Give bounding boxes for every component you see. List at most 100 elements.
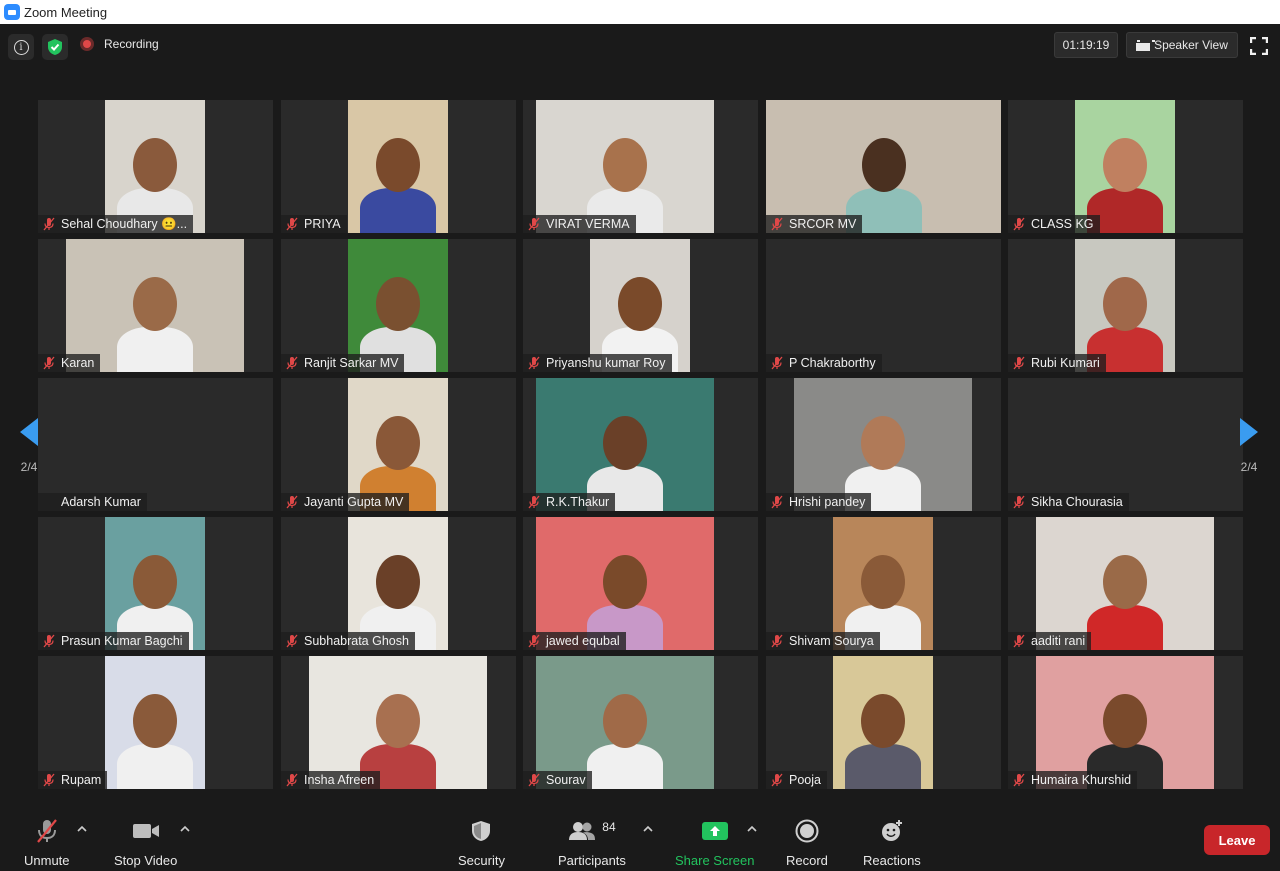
participant-tile[interactable]: CLASS KG — [1008, 100, 1243, 233]
muted-mic-icon — [286, 634, 298, 648]
participant-name: Sehal Choudhary 😐... — [61, 216, 188, 231]
audio-options-caret-icon[interactable] — [77, 824, 87, 834]
participant-name: Priyanshu kumar Roy — [546, 356, 666, 370]
muted-mic-icon — [1013, 495, 1025, 509]
muted-mic-icon — [286, 773, 298, 787]
person-head — [603, 694, 647, 748]
participant-name: jawed equbal — [546, 634, 620, 648]
participants-icon — [569, 822, 596, 840]
participant-tile[interactable]: Karan — [38, 239, 273, 372]
participant-tile[interactable]: Sourav — [523, 656, 758, 789]
participant-name-tag: PRIYA — [281, 215, 347, 233]
person-head — [1103, 277, 1147, 331]
meeting-info-button[interactable]: i — [8, 34, 34, 60]
person-head — [376, 555, 420, 609]
participant-name: Insha Afreen — [304, 773, 375, 787]
participants-options-caret-icon[interactable] — [643, 824, 653, 834]
info-icon: i — [13, 39, 29, 55]
person-head — [618, 277, 662, 331]
video-options-caret-icon[interactable] — [180, 824, 190, 834]
fullscreen-icon[interactable] — [1250, 37, 1268, 55]
participant-tile[interactable]: Hrishi pandey — [766, 378, 1001, 511]
participant-video — [348, 378, 448, 511]
view-mode-label: Speaker View — [1154, 38, 1228, 52]
person-head — [861, 694, 905, 748]
participant-tile[interactable]: Jayanti Gupta MV — [281, 378, 516, 511]
participant-tile[interactable]: Rubi Kumari — [1008, 239, 1243, 372]
participant-name: CLASS KG — [1031, 217, 1094, 231]
reactions-button[interactable]: Reactions — [863, 818, 921, 868]
participant-tile[interactable]: VIRAT VERMA — [523, 100, 758, 233]
previous-page-button[interactable]: 2/4 — [16, 398, 42, 494]
page-indicator-left: 2/4 — [20, 460, 38, 474]
participant-name-tag: Ranjit Sarkar MV — [281, 354, 405, 372]
share-screen-button[interactable]: Share Screen — [675, 818, 755, 868]
record-button[interactable]: Record — [786, 818, 828, 868]
participant-video — [794, 378, 972, 511]
participant-tile[interactable]: Rupam — [38, 656, 273, 789]
participant-tile[interactable]: Sehal Choudhary 😐... — [38, 100, 273, 233]
participants-count: 84 — [602, 820, 616, 834]
encryption-shield-button[interactable] — [42, 34, 68, 60]
share-options-caret-icon[interactable] — [747, 824, 757, 834]
person-head — [376, 138, 420, 192]
participant-tile[interactable]: Sikha Chourasia — [1008, 378, 1243, 511]
participant-tile[interactable]: Adarsh Kumar — [38, 378, 273, 511]
participant-tile[interactable]: Subhabrata Ghosh — [281, 517, 516, 650]
participant-name-tag: Hrishi pandey — [766, 493, 872, 511]
participant-name-tag: Insha Afreen — [281, 771, 381, 789]
participant-video — [1075, 239, 1175, 372]
participant-name-tag: jawed equbal — [523, 632, 626, 650]
participant-video — [105, 517, 205, 650]
participant-name: Sikha Chourasia — [1031, 495, 1123, 509]
reactions-emoji-icon — [881, 820, 902, 841]
participant-name: Karan — [61, 356, 95, 370]
person-head — [861, 138, 906, 192]
person-head — [133, 694, 177, 748]
participant-name: Rupam — [61, 773, 102, 787]
participant-name-tag: Pooja — [766, 771, 827, 789]
participant-video — [833, 517, 933, 650]
participant-name: P Chakraborthy — [789, 356, 876, 370]
participant-tile[interactable]: Pooja — [766, 656, 1001, 789]
participant-tile[interactable]: aaditi rani — [1008, 517, 1243, 650]
person-head — [1103, 138, 1147, 192]
leave-button[interactable]: Leave — [1204, 825, 1270, 855]
participant-name-tag: aaditi rani — [1008, 632, 1092, 650]
arrow-left-icon — [20, 418, 38, 446]
participant-video — [105, 656, 205, 789]
participant-tile[interactable]: jawed equbal — [523, 517, 758, 650]
participant-tile[interactable]: R.K.Thakur — [523, 378, 758, 511]
person-head — [603, 138, 647, 192]
participant-tile[interactable]: Priyanshu kumar Roy — [523, 239, 758, 372]
participants-button[interactable]: 84 Participants — [558, 818, 626, 868]
participant-tile[interactable]: Humaira Khurshid — [1008, 656, 1243, 789]
participant-tile[interactable]: Ranjit Sarkar MV — [281, 239, 516, 372]
view-mode-button[interactable]: Speaker View — [1126, 32, 1238, 58]
next-page-button[interactable]: 2/4 — [1236, 398, 1262, 494]
participant-name-tag: SRCOR MV — [766, 215, 863, 233]
recording-indicator[interactable]: Recording — [80, 37, 159, 51]
participant-name-tag: Prasun Kumar Bagchi — [38, 632, 189, 650]
participant-name-tag: P Chakraborthy — [766, 354, 882, 372]
speaker-view-icon — [1136, 39, 1156, 51]
participant-name: R.K.Thakur — [546, 495, 610, 509]
participant-video — [1036, 517, 1214, 650]
participant-name-tag: Priyanshu kumar Roy — [523, 354, 672, 372]
security-button[interactable]: Security — [458, 818, 505, 868]
stop-video-label: Stop Video — [114, 853, 178, 868]
participant-tile[interactable]: Insha Afreen — [281, 656, 516, 789]
person-head — [603, 416, 647, 470]
muted-mic-icon — [43, 356, 55, 370]
stop-video-button[interactable]: Stop Video — [114, 818, 177, 868]
unmute-button[interactable]: Unmute — [24, 818, 70, 868]
person-silhouette — [845, 744, 921, 789]
participant-tile[interactable]: Shivam Sourya — [766, 517, 1001, 650]
participant-video — [1075, 100, 1175, 233]
participant-tile[interactable]: Prasun Kumar Bagchi — [38, 517, 273, 650]
participant-tile[interactable]: SRCOR MV — [766, 100, 1001, 233]
participant-tile[interactable]: P Chakraborthy — [766, 239, 1001, 372]
participant-tile[interactable]: PRIYA — [281, 100, 516, 233]
participant-name-tag: Karan — [38, 354, 101, 372]
muted-mic-icon — [1013, 356, 1025, 370]
